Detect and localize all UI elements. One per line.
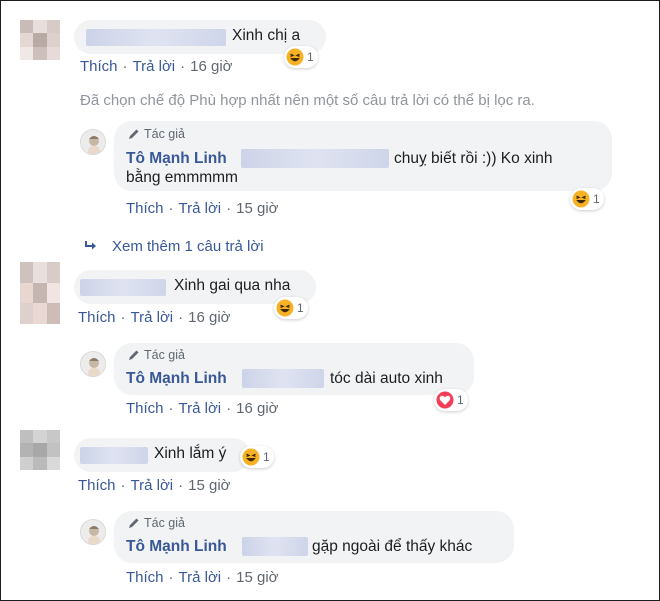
comment-bubble: Xinh lắm ý bbox=[74, 438, 250, 472]
author-badge: Tác giả bbox=[128, 348, 185, 362]
timestamp[interactable]: 16 giờ bbox=[188, 309, 230, 326]
reaction-summary[interactable]: 1 bbox=[274, 297, 308, 319]
author-name[interactable]: Tô Mạnh Linh bbox=[126, 150, 227, 168]
reply-link[interactable]: Trả lời bbox=[131, 309, 174, 326]
avatar[interactable] bbox=[20, 430, 60, 470]
haha-icon bbox=[286, 48, 304, 66]
reaction-count: 1 bbox=[593, 192, 600, 206]
like-link[interactable]: Thích bbox=[80, 58, 118, 75]
reaction-count: 1 bbox=[457, 393, 464, 407]
reply-text: chuỵ biết rồi :)) Ko xinh bbox=[394, 150, 553, 167]
reply-link[interactable]: Trả lời bbox=[179, 400, 222, 417]
reply-actions: Thích · Trả lời · 16 giờ bbox=[126, 400, 279, 417]
blurred-commenter-name bbox=[80, 279, 166, 296]
comment-actions: Thích · Trả lời · 16 giờ bbox=[80, 58, 233, 75]
comment-text: Xinh gai qua nha bbox=[174, 277, 291, 294]
timestamp[interactable]: 15 giờ bbox=[188, 477, 230, 494]
reply-bubble: Tác giả Tô Mạnh Linh chuỵ biết rồi :)) K… bbox=[114, 121, 612, 191]
reply-text: tóc dài auto xinh bbox=[330, 370, 443, 387]
blurred-mention bbox=[242, 537, 308, 556]
reaction-count: 1 bbox=[263, 450, 270, 464]
view-more-replies[interactable]: Xem thêm 1 câu trả lời bbox=[84, 238, 264, 255]
reply-link[interactable]: Trả lời bbox=[133, 58, 176, 75]
author-avatar[interactable] bbox=[80, 351, 106, 377]
like-link[interactable]: Thích bbox=[126, 400, 164, 417]
blurred-commenter-name bbox=[86, 29, 226, 46]
reaction-summary[interactable]: 1 bbox=[434, 389, 468, 411]
reply-text: gặp ngoài để thấy khác bbox=[312, 538, 473, 555]
author-avatar[interactable] bbox=[80, 519, 106, 545]
reply-text-line2: bằng emmmmm bbox=[126, 169, 238, 186]
comment-text: Xinh chị a bbox=[232, 27, 301, 44]
reply-actions: Thích · Trả lời · 15 giờ bbox=[126, 200, 279, 217]
blurred-mention bbox=[242, 369, 324, 388]
reply-bubble: Tác giả Tô Mạnh Linh tóc dài auto xinh bbox=[114, 343, 474, 395]
reaction-count: 1 bbox=[297, 301, 304, 315]
avatar[interactable] bbox=[20, 262, 60, 324]
pencil-icon bbox=[129, 518, 139, 528]
timestamp[interactable]: 16 giờ bbox=[236, 400, 278, 417]
comment-actions: Thích · Trả lời · 15 giờ bbox=[78, 477, 231, 494]
reaction-summary[interactable]: 1 bbox=[570, 188, 604, 210]
timestamp[interactable]: 15 giờ bbox=[236, 569, 278, 586]
reaction-count: 1 bbox=[307, 50, 314, 64]
avatar[interactable] bbox=[20, 20, 60, 60]
like-link[interactable]: Thích bbox=[78, 309, 116, 326]
reply-arrow-icon bbox=[85, 241, 96, 250]
like-link[interactable]: Thích bbox=[78, 477, 116, 494]
comment-actions: Thích · Trả lời · 16 giờ bbox=[78, 309, 231, 326]
like-link[interactable]: Thích bbox=[126, 200, 164, 217]
reply-bubble: Tác giả Tô Mạnh Linh gặp ngoài để thấy k… bbox=[114, 511, 514, 563]
haha-icon bbox=[572, 190, 590, 208]
author-badge: Tác giả bbox=[128, 516, 185, 530]
reply-link[interactable]: Trả lời bbox=[131, 477, 174, 494]
haha-icon bbox=[276, 299, 294, 317]
haha-icon bbox=[242, 448, 260, 466]
love-icon bbox=[436, 391, 454, 409]
blurred-commenter-name bbox=[80, 447, 148, 464]
reply-link[interactable]: Trả lời bbox=[179, 200, 222, 217]
reaction-summary[interactable]: 1 bbox=[284, 46, 318, 68]
blurred-mention bbox=[241, 149, 389, 168]
author-avatar[interactable] bbox=[80, 129, 106, 155]
comment-text: Xinh lắm ý bbox=[154, 445, 227, 462]
author-name[interactable]: Tô Mạnh Linh bbox=[126, 370, 227, 388]
author-badge: Tác giả bbox=[128, 127, 185, 141]
reaction-summary[interactable]: 1 bbox=[240, 446, 274, 468]
filter-notice: Đã chọn chế độ Phù hợp nhất nên một số c… bbox=[80, 92, 535, 109]
timestamp[interactable]: 15 giờ bbox=[236, 200, 278, 217]
reply-link[interactable]: Trả lời bbox=[179, 569, 222, 586]
like-link[interactable]: Thích bbox=[126, 569, 164, 586]
pencil-icon bbox=[129, 350, 139, 360]
timestamp[interactable]: 16 giờ bbox=[190, 58, 232, 75]
pencil-icon bbox=[129, 129, 139, 139]
author-name[interactable]: Tô Mạnh Linh bbox=[126, 538, 227, 556]
reply-actions: Thích · Trả lời · 15 giờ bbox=[126, 569, 279, 586]
